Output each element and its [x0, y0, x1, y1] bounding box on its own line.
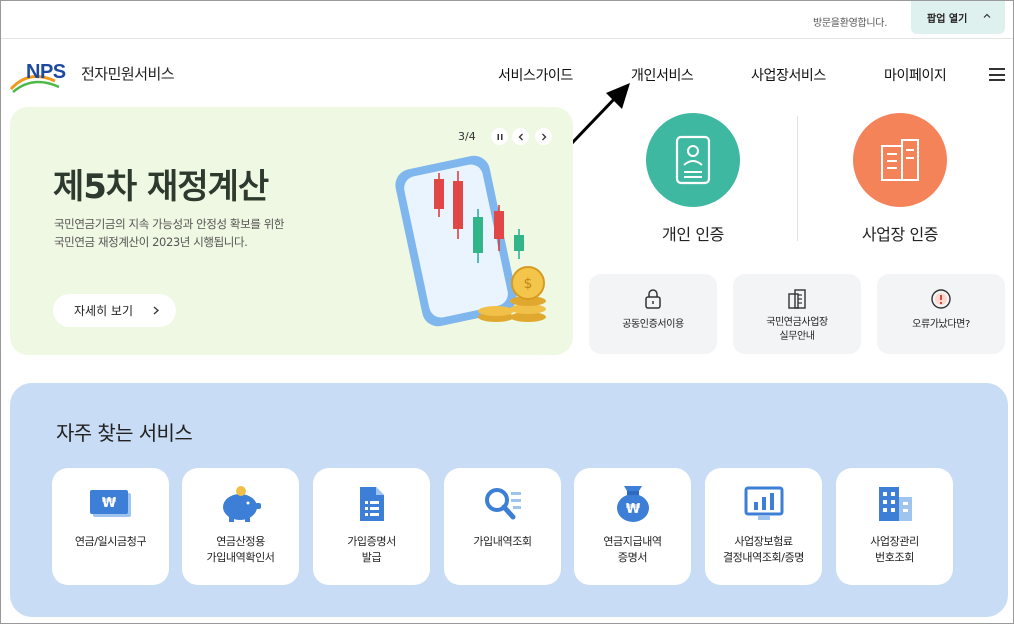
utility-bar: 방문을환영합니다. 팝업 열기	[1, 1, 1013, 39]
next-slide-icon[interactable]	[535, 128, 552, 145]
frequent-services-title: 자주 찾는 서비스	[56, 421, 193, 445]
service-label-line2: 증명서	[617, 551, 648, 564]
lock-icon	[645, 289, 661, 309]
prev-slide-icon[interactable]	[512, 128, 529, 145]
logo-letters: NPS	[26, 61, 66, 83]
service-label-line2: 발급	[361, 551, 382, 564]
nav-business-service[interactable]: 사업장서비스	[751, 65, 826, 85]
search-list-icon	[484, 488, 521, 520]
service-label-line1: 가입증명서	[347, 535, 396, 548]
service-label-line1: 사업장보험료	[734, 535, 793, 548]
document-building-icon	[788, 289, 806, 309]
banner-description-line1: 국민연금기금의 지속 가능성과 안정성 확보를 위한	[54, 217, 285, 231]
service-label-line2: 결정내역조회/증명	[722, 551, 805, 564]
quick-card-label-line2: 실무안내	[779, 331, 815, 342]
business-cert-button[interactable]: 사업장 인증	[820, 113, 980, 244]
banner-description-line2: 국민연금 재정계산이 2023년 시행됩니다.	[54, 235, 248, 249]
popup-open-label: 팝업 열기	[927, 14, 968, 25]
phone-stock-chart-illustration-icon: $	[395, 155, 546, 327]
quick-card-joint-cert[interactable]: 공동인증서이용	[589, 274, 717, 354]
logo-text: 전자민원서비스	[81, 65, 175, 83]
promo-banner[interactable]: 제5차 재정계산 국민연금기금의 지속 가능성과 안정성 확보를 위한 국민연금…	[10, 107, 573, 355]
nav-my-page[interactable]: 마이페이지	[884, 65, 947, 85]
service-business-premium-history[interactable]: 사업장보험료결정내역조회/증명	[705, 468, 822, 585]
banner-detail-label: 자세히 보기	[74, 304, 134, 318]
business-cert-label: 사업장 인증	[861, 225, 939, 244]
id-card-icon	[646, 113, 740, 207]
monitor-chart-icon	[744, 486, 783, 520]
service-label-line1: 가입내역조회	[473, 535, 532, 548]
service-membership-certificate[interactable]: 가입증명서발급	[313, 468, 430, 585]
menu-icon[interactable]	[989, 68, 1005, 81]
banner-pager: 3/4	[458, 130, 476, 143]
quick-card-error-help[interactable]: 오류가났다면?	[877, 274, 1005, 354]
alert-icon	[931, 289, 951, 309]
popup-open-button[interactable]: 팝업 열기	[911, 1, 1005, 34]
personal-cert-label: 개인 인증	[662, 225, 724, 244]
piggy-bank-icon	[222, 486, 261, 522]
personal-cert-button[interactable]: 개인 인증	[613, 113, 773, 244]
chevron-up-icon	[983, 13, 991, 18]
service-pension-calc-history[interactable]: 연금산정용가입내역확인서	[182, 468, 299, 585]
service-label-line1: 연금지급내역	[603, 535, 662, 548]
welcome-text: 방문을환영합니다.	[813, 18, 888, 29]
money-bag-icon: ₩	[616, 486, 649, 522]
cert-divider	[797, 116, 798, 241]
service-label-line2: 번호조회	[875, 551, 914, 564]
service-label-line2: 가입내역확인서	[206, 551, 275, 564]
service-business-number-lookup[interactable]: 사업장관리번호조회	[836, 468, 953, 585]
document-icon	[359, 487, 384, 521]
chevron-right-icon	[153, 306, 159, 315]
service-pension-claim[interactable]: ₩ 연금/일시금청구	[52, 468, 169, 585]
banner-title: 제5차 재정계산	[53, 167, 269, 207]
svg-text:$: $	[524, 276, 533, 292]
service-label-line1: 사업장관리	[870, 535, 919, 548]
quick-card-label-line1: 국민연금사업장	[766, 317, 828, 328]
service-label-line1: 연금/일시금청구	[74, 535, 147, 548]
nav-personal-service[interactable]: 개인서비스	[631, 65, 694, 85]
browser-viewport: 방문을환영합니다. 팝업 열기 NPS 전자민원서비스 서비스가이드 개인서비스…	[0, 0, 1014, 624]
svg-text:₩: ₩	[625, 502, 640, 517]
svg-text:₩: ₩	[101, 496, 116, 511]
frequent-services-section: 자주 찾는 서비스 ₩ 연금/일시금청구 연금산정용가입내역확인서 가입증명서발…	[10, 383, 1008, 617]
service-pension-payment-certificate[interactable]: ₩ 연금지급내역증명서	[574, 468, 691, 585]
won-card-icon: ₩	[89, 490, 131, 517]
quick-card-business-guide[interactable]: 국민연금사업장 실무안내	[733, 274, 861, 354]
banner-detail-button[interactable]: 자세히 보기	[53, 294, 176, 327]
quick-card-label: 오류가났다면?	[912, 319, 970, 330]
building-icon	[853, 113, 947, 207]
office-building-icon	[878, 487, 912, 521]
service-membership-history[interactable]: 가입내역조회	[444, 468, 561, 585]
quick-card-label: 공동인증서이용	[622, 319, 684, 330]
service-label-line1: 연금산정용	[216, 535, 265, 548]
pause-icon[interactable]	[491, 128, 508, 145]
